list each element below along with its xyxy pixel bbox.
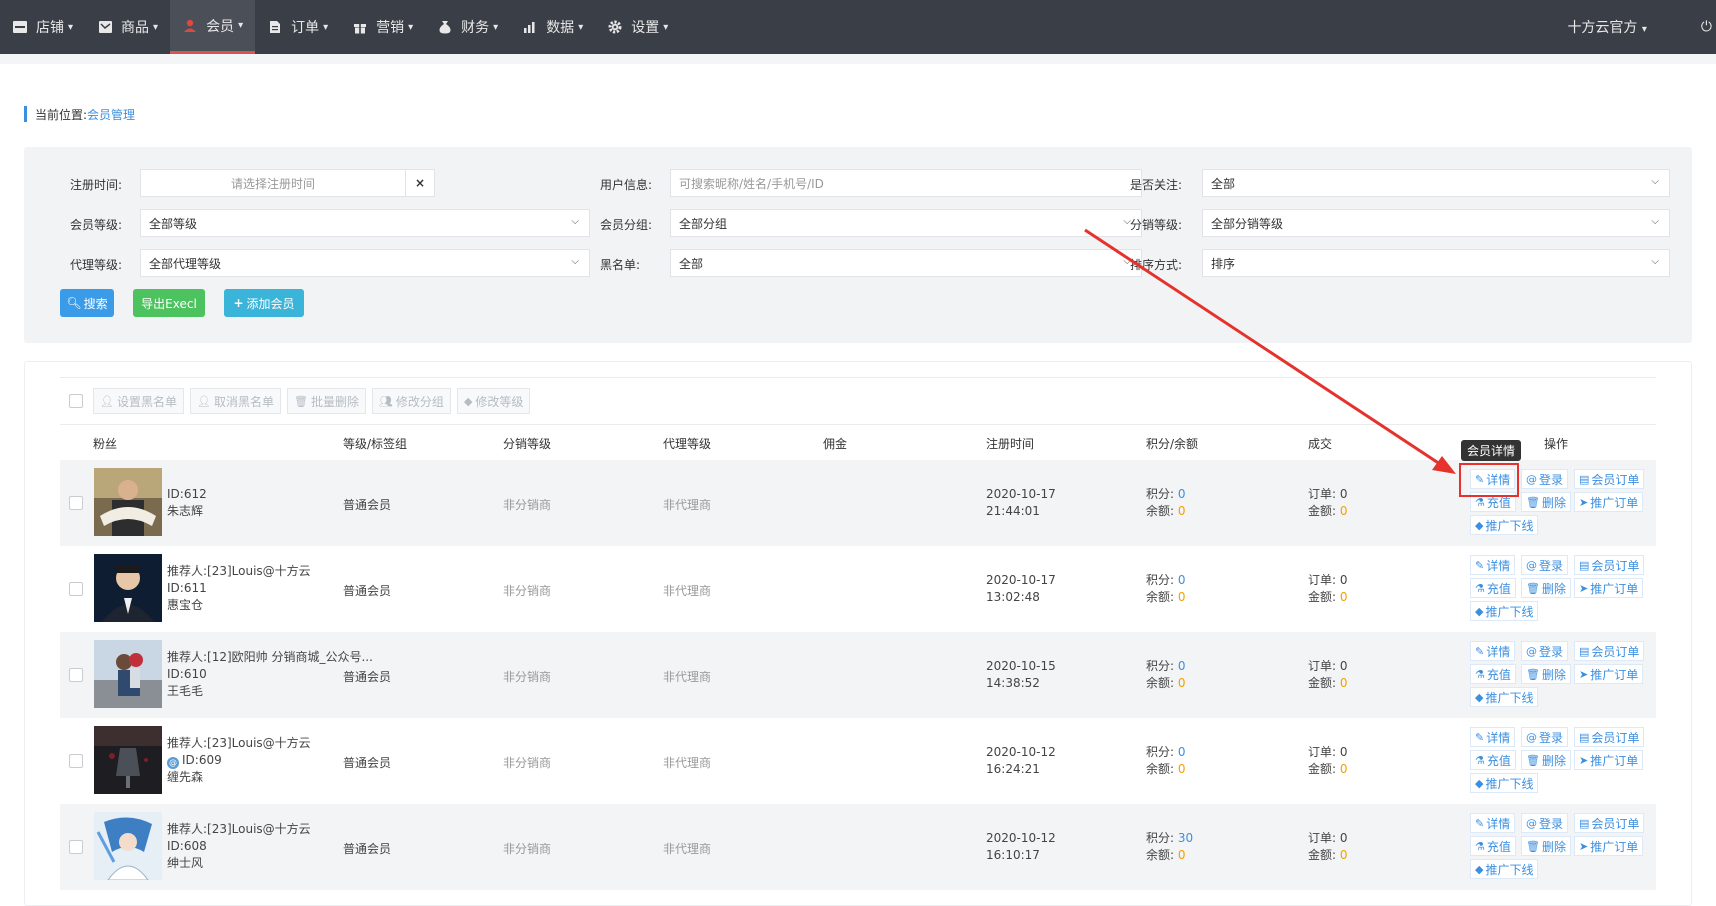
annotation-arrow-icon <box>1084 228 1456 474</box>
